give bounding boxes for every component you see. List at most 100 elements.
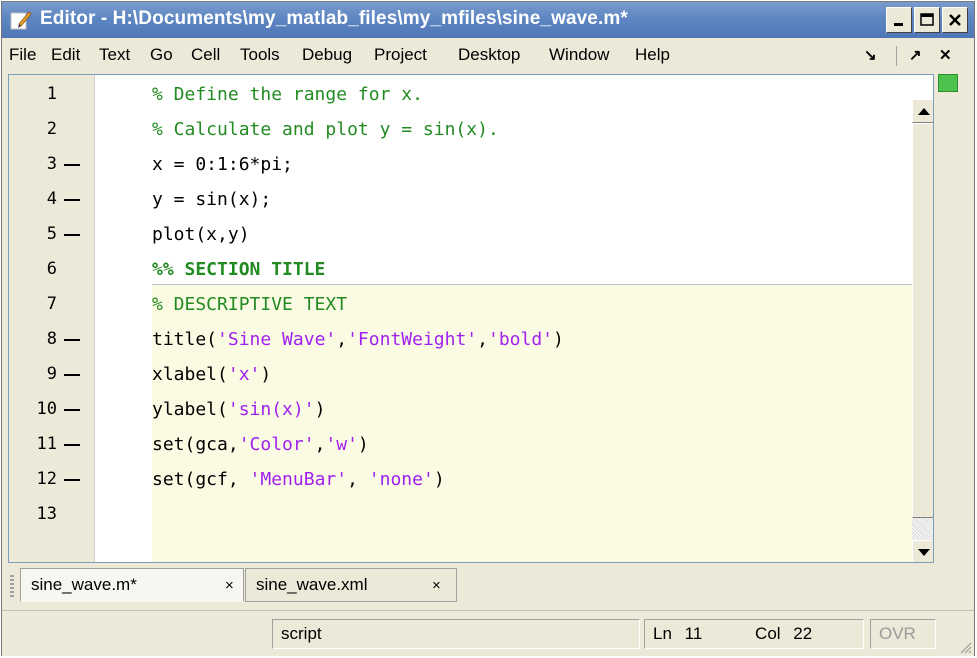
code-line[interactable]: 8 title('Sine Wave','FontWeight','bold') xyxy=(9,322,933,357)
code-text[interactable]: % Define the range for x. xyxy=(152,77,423,112)
code-text[interactable]: y = sin(x); xyxy=(152,182,271,217)
breakpoint-dash-icon[interactable] xyxy=(64,164,80,166)
breakpoint-dash-icon[interactable] xyxy=(64,234,80,236)
line-number[interactable]: 2 xyxy=(9,112,57,147)
code-text[interactable]: %% SECTION TITLE xyxy=(152,252,325,287)
code-token: ) xyxy=(553,329,564,350)
code-line[interactable]: 4 y = sin(x); xyxy=(9,182,933,217)
scroll-track[interactable] xyxy=(912,518,933,540)
menu-go[interactable]: Go xyxy=(150,45,173,65)
breakpoint-dash-icon[interactable] xyxy=(64,444,80,446)
menu-edit[interactable]: Edit xyxy=(51,45,80,65)
menu-tools[interactable]: Tools xyxy=(240,45,280,65)
string-token: 'Sine Wave' xyxy=(217,329,337,350)
menu-help[interactable]: Help xyxy=(635,45,670,65)
code-text[interactable]: x = 0:1:6*pi; xyxy=(152,147,293,182)
breakpoint-dash-icon[interactable] xyxy=(64,199,80,201)
breakpoint-dash-icon[interactable] xyxy=(64,339,80,341)
string-token: 'x' xyxy=(227,364,261,385)
code-line[interactable]: 13 xyxy=(9,497,933,532)
code-text[interactable]: xlabel('x') xyxy=(152,357,271,392)
title-bar[interactable]: Editor - H:\Documents\my_matlab_files\my… xyxy=(2,2,974,38)
menu-window[interactable]: Window xyxy=(549,45,609,65)
line-number[interactable]: 8 xyxy=(9,322,57,357)
line-number[interactable]: 13 xyxy=(9,497,57,532)
close-document-icon[interactable]: ✕ xyxy=(939,46,952,64)
code-text[interactable]: set(gca,'Color','w') xyxy=(152,427,369,462)
toolbar-grip-icon[interactable] xyxy=(10,575,14,597)
scroll-thumb[interactable] xyxy=(912,123,933,518)
undock-arrow-icon[interactable]: ↘ xyxy=(864,46,877,64)
string-token: 'bold' xyxy=(487,329,554,350)
menu-cell[interactable]: Cell xyxy=(191,45,220,65)
menu-bar: File Edit Text Go Cell Tools Debug Proje… xyxy=(2,38,974,72)
line-number[interactable]: 11 xyxy=(9,427,57,462)
overwrite-indicator: OVR xyxy=(870,619,936,649)
code-line[interactable]: 1 % Define the range for x. xyxy=(9,77,933,112)
menu-desktop[interactable]: Desktop xyxy=(458,45,520,65)
code-token: ylabel( xyxy=(152,399,228,420)
code-token: set(gcf, xyxy=(152,469,250,490)
scroll-down-button[interactable] xyxy=(912,540,933,562)
vertical-scrollbar[interactable] xyxy=(912,99,933,562)
line-number[interactable]: 1 xyxy=(9,77,57,112)
line-number[interactable]: 12 xyxy=(9,462,57,497)
editor-icon xyxy=(10,10,32,30)
breakpoint-dash-icon[interactable] xyxy=(64,374,80,376)
code-line[interactable]: 11 set(gca,'Color','w') xyxy=(9,427,933,462)
code-token: ) xyxy=(433,469,445,490)
dock-arrow-icon[interactable]: ↗ xyxy=(909,46,922,64)
code-text[interactable]: plot(x,y) xyxy=(152,217,250,252)
minimize-icon xyxy=(894,23,903,26)
code-line[interactable]: 6 %% SECTION TITLE xyxy=(9,252,933,287)
code-token: ) xyxy=(357,434,369,455)
string-token: 'FontWeight' xyxy=(347,329,478,350)
code-analyzer-status-icon[interactable] xyxy=(938,74,958,92)
code-line[interactable]: 7 % DESCRIPTIVE TEXT xyxy=(9,287,933,322)
tab-sine-wave-xml[interactable]: sine_wave.xml × xyxy=(245,568,457,602)
string-token: 'Color' xyxy=(238,434,315,455)
line-number[interactable]: 5 xyxy=(9,217,57,252)
code-token: title( xyxy=(152,329,218,350)
menu-text[interactable]: Text xyxy=(99,45,130,65)
maximize-button[interactable] xyxy=(914,7,940,33)
line-number[interactable]: 3 xyxy=(9,147,57,182)
line-number[interactable]: 7 xyxy=(9,287,57,322)
menu-file[interactable]: File xyxy=(9,45,36,65)
code-line[interactable]: 10 ylabel('sin(x)') xyxy=(9,392,933,427)
code-text[interactable]: % DESCRIPTIVE TEXT xyxy=(152,287,347,322)
code-token: , xyxy=(336,329,348,350)
string-token: 'MenuBar' xyxy=(249,469,348,490)
menu-project[interactable]: Project xyxy=(374,45,427,65)
menu-debug[interactable]: Debug xyxy=(302,45,352,65)
close-button[interactable] xyxy=(942,7,968,33)
code-line[interactable]: 9 xlabel('x') xyxy=(9,357,933,392)
line-number[interactable]: 4 xyxy=(9,182,57,217)
scroll-up-button[interactable] xyxy=(912,99,933,123)
document-tab-bar: sine_wave.m* × sine_wave.xml × xyxy=(2,565,974,605)
tab-sine-wave-m[interactable]: sine_wave.m* × xyxy=(20,568,244,602)
code-token: y = sin(x); xyxy=(152,189,272,210)
breakpoint-dash-icon[interactable] xyxy=(64,479,80,481)
code-text[interactable]: title('Sine Wave','FontWeight','bold') xyxy=(152,322,564,357)
code-text[interactable]: set(gcf, 'MenuBar', 'none') xyxy=(152,462,445,497)
maximize-icon xyxy=(920,13,934,26)
code-editor[interactable]: 1 % Define the range for x. 2 % Calculate a… xyxy=(8,74,934,563)
line-number[interactable]: 9 xyxy=(9,357,57,392)
resize-grip-icon[interactable] xyxy=(958,640,972,654)
code-line[interactable]: 3 x = 0:1:6*pi; xyxy=(9,147,933,182)
code-text[interactable]: % Calculate and plot y = sin(x). xyxy=(152,112,499,147)
tab-close-icon[interactable]: × xyxy=(225,577,234,594)
comment-token: % Calculate and plot y = sin(x). xyxy=(152,119,499,140)
tab-close-icon[interactable]: × xyxy=(432,577,441,594)
code-line[interactable]: 12 set(gcf, 'MenuBar', 'none') xyxy=(9,462,933,497)
string-token: 'none' xyxy=(368,469,434,490)
comment-token: % DESCRIPTIVE TEXT xyxy=(152,294,348,315)
line-number[interactable]: 10 xyxy=(9,392,57,427)
code-line[interactable]: 2 % Calculate and plot y = sin(x). xyxy=(9,112,933,147)
code-text[interactable]: ylabel('sin(x)') xyxy=(152,392,325,427)
breakpoint-dash-icon[interactable] xyxy=(64,409,80,411)
line-number[interactable]: 6 xyxy=(9,252,57,287)
minimize-button[interactable] xyxy=(886,7,912,33)
code-line[interactable]: 5 plot(x,y) xyxy=(9,217,933,252)
